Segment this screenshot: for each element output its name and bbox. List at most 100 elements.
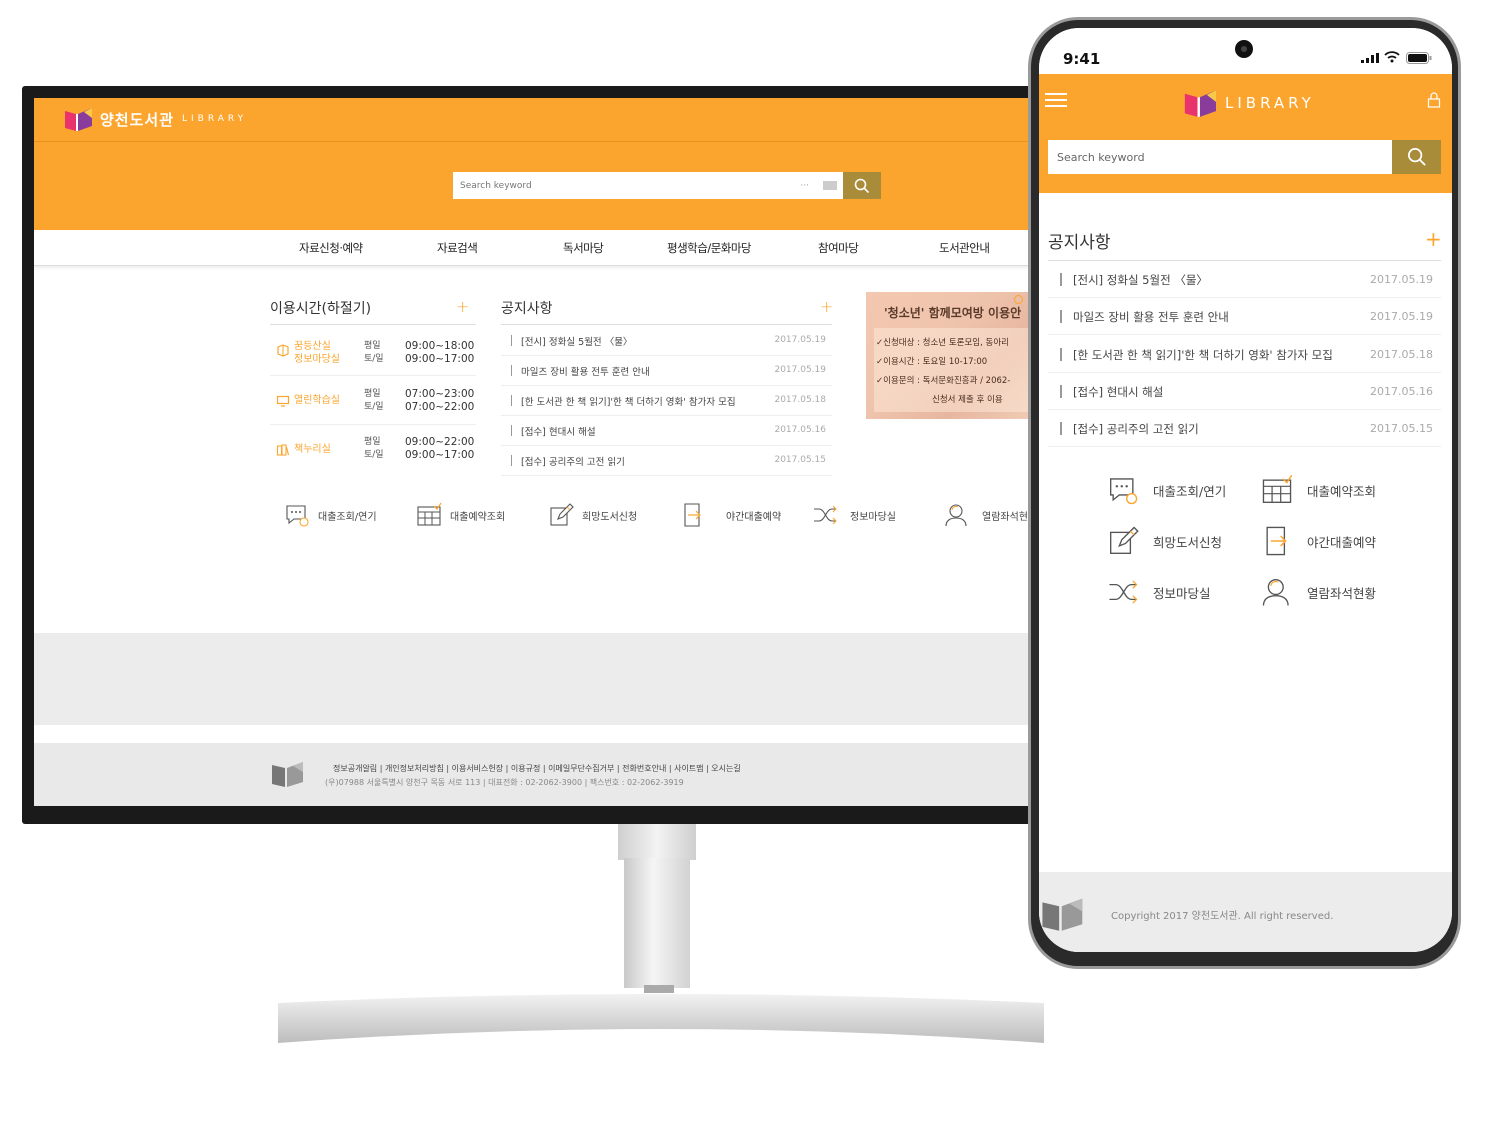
hours-time: 07:00~22:00	[405, 401, 475, 413]
mobile-quick-wish-book[interactable]: 희망도서신청	[1107, 525, 1222, 557]
mobile-quick-reservation[interactable]: 대출예약조회	[1261, 474, 1376, 506]
mobile-quick-night-loan[interactable]: 야간대출예약	[1261, 525, 1376, 557]
notice-text[interactable]: [전시] 정화실 5월전 〈물〉	[1073, 272, 1208, 288]
notice-row[interactable]: [한 도서관 한 책 읽기]'한 책 더하기 영화' 참가자 모집 2017.05…	[501, 386, 832, 416]
notice-date: 2017.05.16	[1370, 385, 1433, 398]
notice-row[interactable]: 마일즈 장비 활용 전투 훈련 안내 2017.05.19	[501, 356, 832, 386]
mobile-notice-row[interactable]: [전시] 정화실 5월전 〈물〉 2017.05.19	[1048, 261, 1441, 298]
quick-label: 열람좌석현	[982, 511, 1028, 523]
lock-icon[interactable]	[1427, 92, 1441, 108]
mobile-logo[interactable]: LIBRARY	[1183, 88, 1315, 118]
notice-text[interactable]: [한 도서관 한 책 읽기]'한 책 더하기 영화' 참가자 모집	[1073, 347, 1333, 363]
mobile-quick-info-room[interactable]: 정보마당실	[1107, 576, 1211, 608]
quick-label: 야간대출예약	[1307, 534, 1377, 550]
notice-bullet	[1060, 273, 1062, 286]
door-arrow-icon	[1266, 526, 1287, 556]
quick-info-room[interactable]: 정보마당실	[812, 502, 896, 528]
nav-item-about[interactable]: 도서관안내	[939, 240, 990, 256]
hours-more-icon[interactable]: +	[456, 297, 469, 316]
calendar-icon	[1262, 474, 1293, 503]
library-logo-icon	[1184, 90, 1216, 117]
nav-item-request[interactable]: 자료신청·예약	[299, 240, 363, 256]
notice-bullet	[511, 425, 512, 436]
desktop-monitor: 양천도서관 LIBRARY ··· 자료신청·예약 자료검색 독서마당 평생학습…	[22, 86, 1062, 824]
hours-row: 꿈등산실 정보마당실 평일 토/일 09:00~18:00 09:00~17:0…	[270, 328, 476, 376]
search-input[interactable]	[453, 180, 801, 191]
notice-text[interactable]: 마일즈 장비 활용 전투 훈련 안내	[521, 364, 650, 378]
footer-links[interactable]: 정보공개알림 | 개인정보처리방침 | 이용서비스헌장 | 이용규정 | 이메일…	[333, 763, 741, 774]
notice-date: 2017.05.16	[774, 425, 826, 435]
quick-loan-status[interactable]: 대출조회/연기	[284, 502, 377, 528]
battery-icon	[1406, 52, 1432, 64]
banner-title: '청소년' 함께모여방 이용안	[884, 306, 1022, 320]
quick-night-loan[interactable]: 야간대출예약	[680, 502, 781, 528]
logo-text: LIBRARY	[1225, 94, 1315, 112]
keyboard-icon[interactable]	[823, 181, 837, 190]
desktop-footer: 정보공개알림 | 개인정보처리방침 | 이용서비스헌장 | 이용규정 | 이메일…	[34, 743, 1034, 806]
mobile-notice-more-icon[interactable]: +	[1425, 227, 1442, 251]
mobile-search-button[interactable]	[1392, 140, 1441, 174]
notice-text[interactable]: [전시] 정화실 5월전 〈물〉	[521, 334, 632, 348]
hours-time: 09:00~17:00	[405, 449, 475, 461]
desktop-logo[interactable]: 양천도서관 LIBRARY	[64, 106, 247, 132]
nav-item-search[interactable]: 자료검색	[437, 240, 478, 256]
hours-room-name: 정보마당실	[294, 354, 340, 365]
notice-bullet	[1060, 310, 1062, 323]
notice-row[interactable]: [접수] 공리주의 고전 읽기 2017.05.15	[501, 446, 832, 476]
notice-bullet	[1060, 422, 1062, 435]
search-icon	[854, 178, 870, 193]
quick-wish-book[interactable]: 희망도서신청	[548, 502, 637, 528]
hours-time: 09:00~18:00	[405, 340, 475, 352]
quick-label: 대출예약조회	[450, 511, 506, 523]
notice-text[interactable]: [접수] 공리주의 고전 읽기	[1073, 421, 1199, 437]
mobile-quick-seat-status[interactable]: 열람좌석현황	[1261, 576, 1376, 608]
mobile-notice-row[interactable]: 마일즈 장비 활용 전투 훈련 안내 2017.05.19	[1048, 298, 1441, 335]
shuffle-icon	[1109, 580, 1138, 604]
camera-icon	[1235, 40, 1253, 58]
header-divider	[34, 141, 1034, 142]
quick-label: 대출조회/연기	[1153, 483, 1227, 499]
search-icon	[1407, 148, 1426, 166]
hours-time: 07:00~23:00	[405, 388, 475, 400]
mobile-search-input[interactable]	[1048, 150, 1392, 164]
notice-text[interactable]: [접수] 공리주의 고전 읽기	[521, 454, 625, 468]
library-logo-icon	[65, 108, 92, 131]
hours-day: 토/일	[364, 402, 384, 412]
notice-text[interactable]: [접수] 현대시 해설	[521, 424, 596, 438]
notice-more-icon[interactable]: +	[820, 297, 833, 316]
quick-label: 희망도서신청	[1153, 534, 1223, 550]
notice-row[interactable]: [접수] 현대시 해설 2017.05.16	[501, 416, 832, 446]
search-button[interactable]	[843, 172, 881, 199]
nav-item-participation[interactable]: 참여마당	[818, 240, 859, 256]
mobile-quick-loan-status[interactable]: 대출조회/연기	[1107, 474, 1226, 506]
hours-room-name: 열린학습실	[294, 395, 340, 406]
quick-seat-status[interactable]: 열람좌석현	[944, 502, 1028, 528]
shuffle-icon	[814, 505, 837, 525]
mobile-notice-row[interactable]: [접수] 현대시 해설 2017.05.16	[1048, 373, 1441, 410]
quick-label: 대출예약조회	[1307, 483, 1377, 499]
notice-bullet	[1060, 348, 1062, 361]
hours-row: 열린학습실 평일 토/일 07:00~23:00 07:00~22:00	[270, 377, 476, 425]
notice-date: 2017.05.15	[774, 455, 826, 465]
hours-time: 09:00~17:00	[405, 353, 475, 365]
mobile-notice-title: 공지사항	[1048, 233, 1111, 253]
mobile-notice-row[interactable]: [접수] 공리주의 고전 읽기 2017.05.15	[1048, 410, 1441, 447]
notice-text[interactable]: [접수] 현대시 해설	[1073, 384, 1163, 400]
notice-text[interactable]: [한 도서관 한 책 읽기]'한 책 더하기 영화' 참가자 모집	[521, 394, 736, 408]
notice-bullet	[511, 365, 512, 376]
mobile-notice-row[interactable]: [한 도서관 한 책 읽기]'한 책 더하기 영화' 참가자 모집 2017.05…	[1048, 336, 1441, 373]
hours-room-name: 책누리실	[294, 444, 331, 455]
banner-indicator[interactable]	[1014, 295, 1023, 304]
mobile-screen: 9:41 LIBRARY 공지사항 + [전시] 정화실 5월전 〈물〉 2017…	[1039, 28, 1452, 952]
quick-reservation[interactable]: 대출예약조회	[416, 502, 505, 528]
search-options-icon[interactable]: ···	[800, 181, 809, 191]
notice-text[interactable]: 마일즈 장비 활용 전투 훈련 안내	[1073, 309, 1229, 325]
notice-row[interactable]: [전시] 정화실 5월전 〈물〉 2017.05.19	[501, 326, 832, 356]
nav-item-reading[interactable]: 독서마당	[563, 240, 604, 256]
nav-item-learning[interactable]: 평생학습/문화마당	[667, 240, 752, 256]
event-banner[interactable]: '청소년' 함께모여방 이용안 ✓신청대상 : 청소년 토론모임, 동아리 ✓이…	[866, 292, 1034, 419]
door-arrow-icon	[684, 503, 701, 527]
hamburger-menu-icon[interactable]	[1045, 93, 1067, 111]
desktop-search-box: ···	[453, 172, 843, 199]
main-nav: 자료신청·예약 자료검색 독서마당 평생학습/문화마당 참여마당 도서관안내	[34, 230, 1034, 266]
